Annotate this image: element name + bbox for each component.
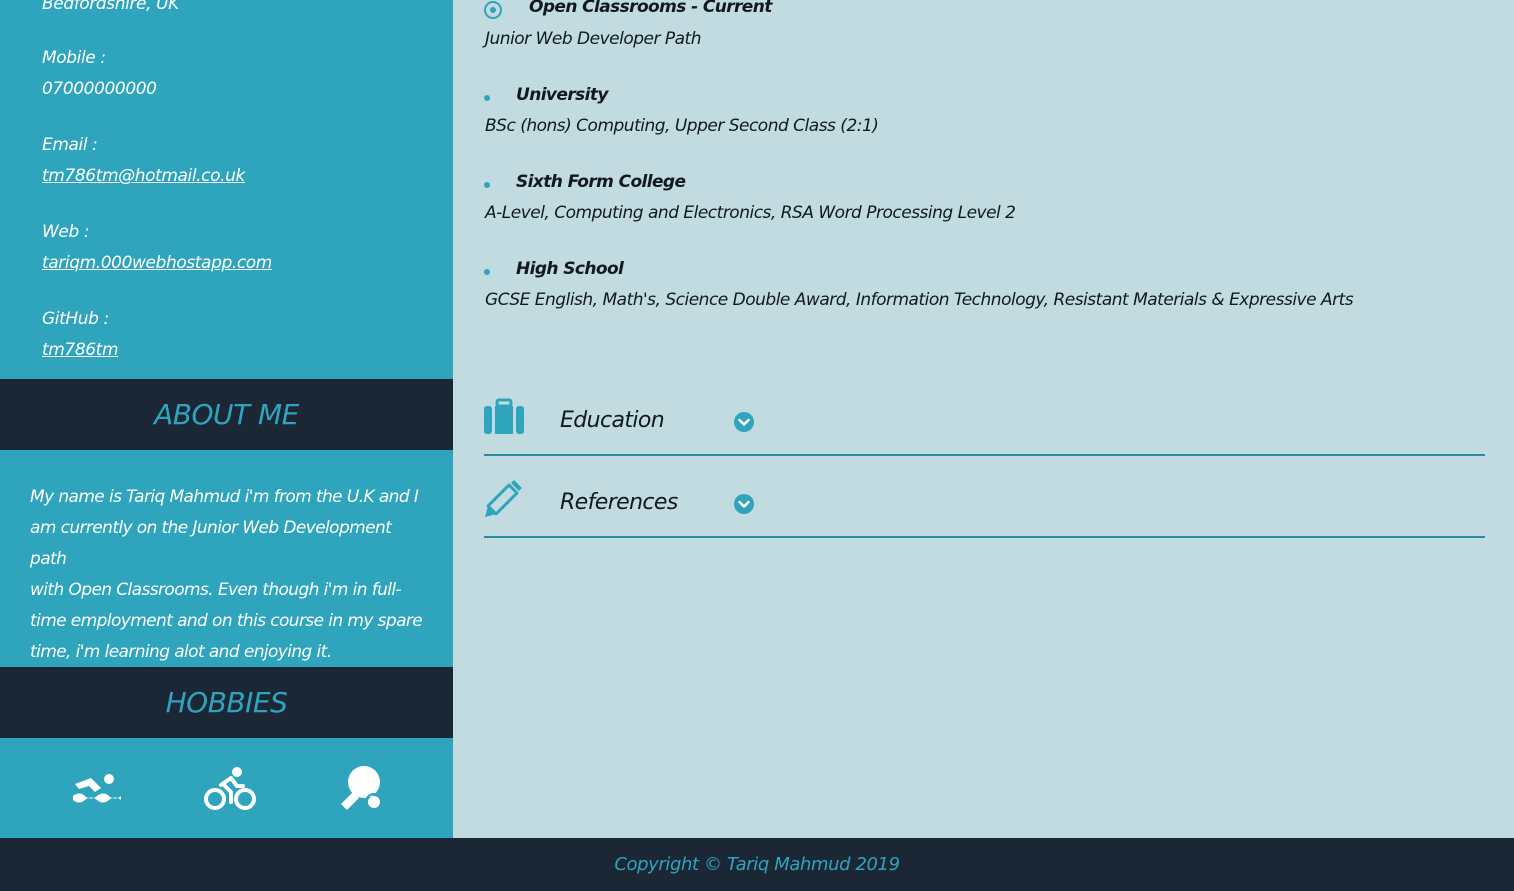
about-header: ABOUT ME	[0, 379, 453, 450]
about-line: with Open Classrooms. Even though i'm in…	[30, 580, 402, 600]
radio-bullet-icon	[484, 1, 502, 19]
accordion-label: Education	[560, 408, 665, 433]
github-label: GitHub :	[42, 309, 109, 329]
mobile-value: 07000000000	[42, 79, 157, 99]
copyright-text: Copyright © Tariq Mahmud 2019	[614, 854, 900, 875]
hobbies-heading: HOBBIES	[165, 686, 288, 719]
web-link[interactable]: tariqm.000webhostapp.com	[42, 253, 272, 273]
email-link[interactable]: tm786tm@hotmail.co.uk	[42, 166, 245, 186]
table-tennis-icon	[341, 766, 383, 811]
education-desc: BSc (hons) Computing, Upper Second Class…	[485, 116, 879, 136]
pencil-icon	[485, 480, 522, 517]
about-line: time employment and on this course in my…	[30, 611, 423, 631]
hobbies-header: HOBBIES	[0, 667, 453, 738]
web-label: Web :	[42, 222, 90, 242]
footer: Copyright © Tariq Mahmud 2019	[0, 838, 1514, 891]
education-desc: A-Level, Computing and Electronics, RSA …	[485, 203, 1016, 223]
about-text: My name is Tariq Mahmud i'm from the U.K…	[30, 482, 430, 668]
location-text: Bedfordshire, UK	[42, 0, 179, 14]
education-title: Sixth Form College	[516, 172, 686, 192]
mobile-label: Mobile :	[42, 48, 106, 68]
github-link[interactable]: tm786tm	[42, 340, 119, 360]
contact-info: Bedfordshire, UK Mobile : 07000000000 Em…	[0, 0, 453, 379]
chevron-down-icon[interactable]	[734, 494, 754, 514]
about-line: time, i'm learning alot and enjoying it.	[30, 642, 332, 662]
about-line: My name is Tariq Mahmud i'm from the U.K…	[30, 487, 419, 507]
about-heading: ABOUT ME	[154, 398, 299, 431]
education-title: University	[516, 85, 608, 105]
education-desc: Junior Web Developer Path	[485, 29, 702, 49]
biking-icon	[204, 767, 256, 810]
education-title: High School	[516, 259, 624, 279]
bullet-icon	[484, 269, 490, 275]
briefcase-icon	[484, 398, 524, 434]
accordion-references[interactable]: References	[484, 456, 1485, 538]
chevron-down-icon[interactable]	[734, 412, 754, 432]
email-label: Email :	[42, 135, 98, 155]
page: Bedfordshire, UK Mobile : 07000000000 Em…	[0, 0, 1514, 891]
main-content: Open Classrooms - Current Junior Web Dev…	[453, 0, 1514, 838]
education-desc: GCSE English, Math's, Science Double Awa…	[485, 290, 1354, 310]
accordion-label: References	[560, 490, 678, 515]
swimmer-icon	[73, 774, 121, 803]
about-line: am currently on the Junior Web Developme…	[30, 518, 392, 569]
accordion-education[interactable]: Education	[484, 374, 1485, 456]
bullet-icon	[484, 95, 490, 101]
bullet-icon	[484, 182, 490, 188]
education-title: Open Classrooms - Current	[529, 0, 772, 17]
sidebar: Bedfordshire, UK Mobile : 07000000000 Em…	[0, 0, 453, 838]
